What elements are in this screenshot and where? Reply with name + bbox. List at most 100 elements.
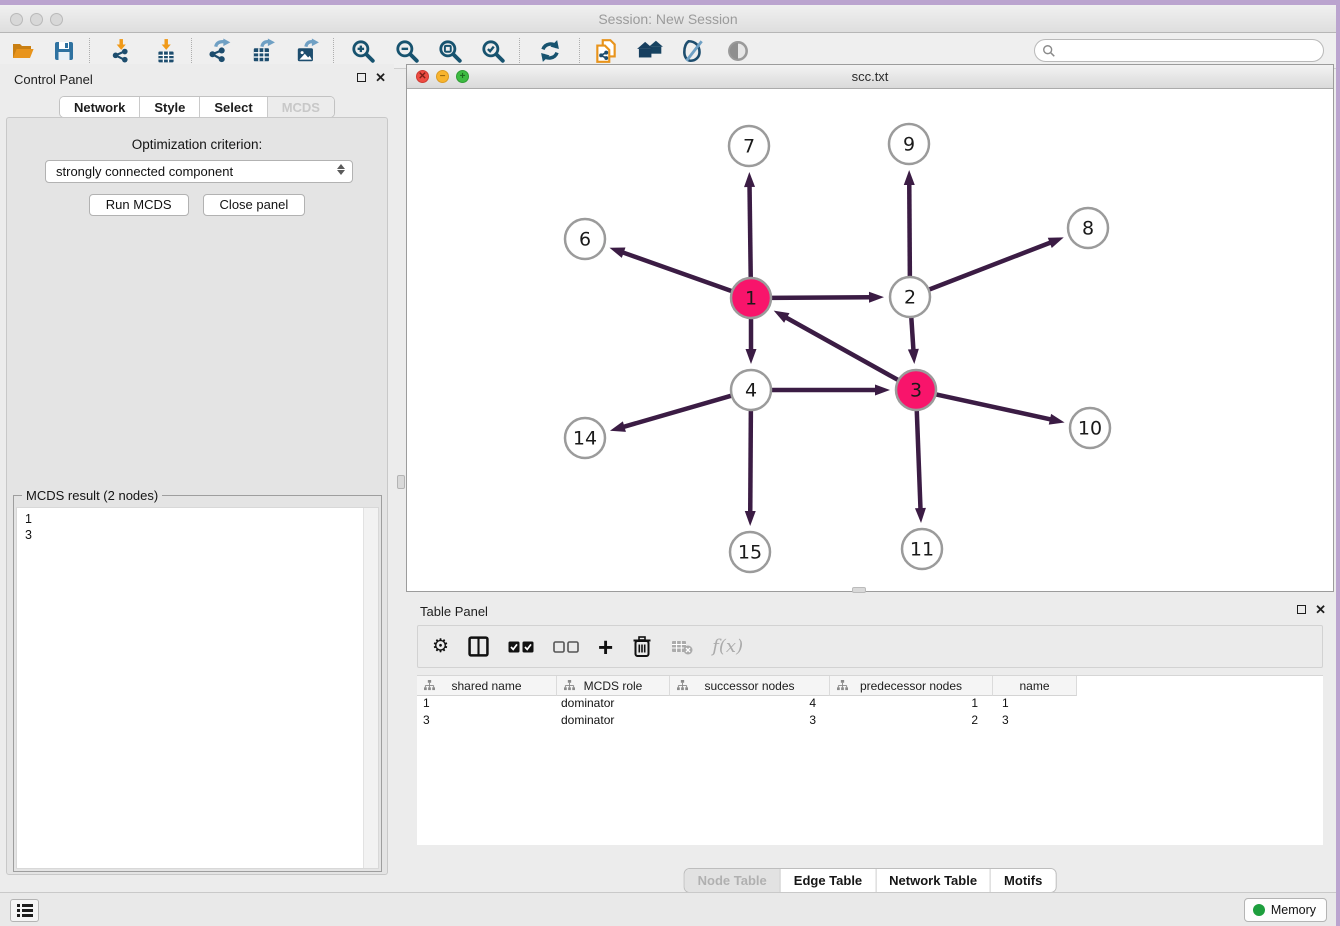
tab-network[interactable]: Network xyxy=(60,97,140,117)
table-tab-network-table[interactable]: Network Table xyxy=(876,869,991,892)
edge-4-15[interactable] xyxy=(750,410,751,513)
table-cell: 3 xyxy=(993,713,1077,730)
edge-2-9[interactable] xyxy=(909,183,910,277)
zoom-out-icon[interactable] xyxy=(388,36,426,66)
mcds-result-lines: 13 xyxy=(17,508,378,543)
edge-3-11[interactable] xyxy=(917,410,921,510)
edge-arrowhead xyxy=(869,292,884,303)
home-layout-icon[interactable] xyxy=(631,36,669,66)
tab-mcds[interactable]: MCDS xyxy=(268,97,334,117)
deselect-all-icon[interactable] xyxy=(553,641,579,653)
table-panel-title: Table Panel xyxy=(420,604,488,619)
edge-arrowhead xyxy=(908,349,919,364)
table-tab-edge-table[interactable]: Edge Table xyxy=(781,869,876,892)
column-header-successor-nodes[interactable]: successor nodes xyxy=(670,676,830,696)
close-panel-button[interactable]: Close panel xyxy=(203,194,306,216)
node-table[interactable]: shared name MCDS role successor nodesprede… xyxy=(417,675,1323,845)
column-header-predecessor-nodes[interactable]: predecessor nodes xyxy=(830,676,993,696)
edge-arrowhead xyxy=(915,508,926,523)
table-cell: 1 xyxy=(830,696,993,713)
graph-node-label: 1 xyxy=(745,288,757,310)
edge-4-14[interactable] xyxy=(622,396,731,428)
graph-node-label: 3 xyxy=(910,380,922,402)
table-row[interactable]: 1dominator411 xyxy=(417,696,1323,713)
task-history-button[interactable] xyxy=(10,899,39,922)
export-image-icon[interactable] xyxy=(288,36,326,66)
table-tab-node-table[interactable]: Node Table xyxy=(685,869,781,892)
edge-1-6[interactable] xyxy=(622,252,732,291)
table-cell: 3 xyxy=(670,713,830,730)
open-session-icon[interactable] xyxy=(4,36,42,66)
table-cell: 1 xyxy=(993,696,1077,713)
mcds-tab-content: Optimization criterion: strongly connect… xyxy=(6,117,388,875)
edge-arrowhead xyxy=(746,349,757,364)
tab-select[interactable]: Select xyxy=(200,97,267,117)
zoom-selected-icon[interactable] xyxy=(474,36,512,66)
column-header-name[interactable]: name xyxy=(993,676,1077,696)
edge-2-3[interactable] xyxy=(911,317,913,351)
table-tab-motifs[interactable]: Motifs xyxy=(991,869,1055,892)
mcds-result-groupbox: MCDS result (2 nodes) 13 xyxy=(13,495,382,872)
zoom-fit-icon[interactable] xyxy=(431,36,469,66)
column-header-label: MCDS role xyxy=(584,679,643,693)
export-network-icon[interactable] xyxy=(200,36,238,66)
network-window-title: scc.txt xyxy=(407,69,1333,84)
delete-column-icon[interactable] xyxy=(632,636,652,658)
hide-graphics-details-icon[interactable] xyxy=(674,36,712,66)
network-canvas[interactable]: 1234678910111415 xyxy=(407,89,1333,591)
close-table-panel-icon[interactable]: ✕ xyxy=(1315,604,1326,615)
export-table-icon[interactable] xyxy=(244,36,282,66)
add-column-icon[interactable]: + xyxy=(598,637,613,657)
birds-eye-view-icon[interactable] xyxy=(719,36,757,66)
close-panel-icon[interactable]: ✕ xyxy=(375,72,386,83)
result-scrollbar[interactable] xyxy=(363,508,378,868)
import-table-icon[interactable] xyxy=(147,36,185,66)
vertical-splitter-handle[interactable] xyxy=(397,475,405,489)
edge-arrowhead xyxy=(610,421,626,432)
edge-arrowhead xyxy=(875,385,890,396)
float-table-panel-icon[interactable] xyxy=(1297,605,1306,614)
edge-3-1[interactable] xyxy=(785,317,898,380)
settings-gear-icon[interactable]: ⚙ xyxy=(432,637,449,657)
criterion-dropdown-value: strongly connected component xyxy=(56,164,233,179)
table-row[interactable]: 3dominator323 xyxy=(417,713,1323,730)
save-session-icon[interactable] xyxy=(45,36,83,66)
application-window: Session: New Session xyxy=(0,5,1336,926)
table-cell: 1 xyxy=(417,696,557,713)
tab-style[interactable]: Style xyxy=(140,97,200,117)
graph-node-label: 10 xyxy=(1078,418,1102,440)
edge-1-2[interactable] xyxy=(771,297,871,298)
memory-button[interactable]: Memory xyxy=(1244,898,1327,922)
import-network-icon[interactable] xyxy=(102,36,140,66)
function-builder-icon: f(x) xyxy=(712,636,743,657)
mcds-result-textarea[interactable]: 13 xyxy=(16,507,379,869)
network-graph[interactable]: 1234678910111415 xyxy=(407,89,1333,591)
column-header-shared-name[interactable]: shared name xyxy=(417,676,557,696)
dropdown-stepper-icon xyxy=(337,164,345,175)
edge-1-7[interactable] xyxy=(750,185,751,278)
result-line: 1 xyxy=(25,511,378,527)
split-columns-icon[interactable] xyxy=(468,636,489,657)
refresh-view-icon[interactable] xyxy=(531,36,569,66)
column-header-mcds-role[interactable]: MCDS role xyxy=(557,676,670,696)
horizontal-splitter-handle[interactable] xyxy=(852,587,866,593)
table-header-row: shared name MCDS role successor nodesprede… xyxy=(417,676,1323,696)
criterion-dropdown[interactable]: strongly connected component xyxy=(45,160,353,183)
control-panel: Control Panel ✕ NetworkStyleSelectMCDS O… xyxy=(0,64,394,892)
edge-arrowhead xyxy=(745,511,756,526)
result-line: 3 xyxy=(25,527,378,543)
edge-3-10[interactable] xyxy=(936,394,1052,419)
graph-node-label: 4 xyxy=(745,380,757,402)
edge-arrowhead xyxy=(1049,414,1065,425)
run-mcds-button[interactable]: Run MCDS xyxy=(89,194,189,216)
select-all-icon[interactable] xyxy=(508,641,534,653)
list-icon xyxy=(17,904,33,917)
table-cell: dominator xyxy=(557,713,670,730)
duplicate-network-icon[interactable] xyxy=(587,36,625,66)
search-field[interactable] xyxy=(1034,39,1324,62)
edge-2-8[interactable] xyxy=(929,242,1052,290)
zoom-in-icon[interactable] xyxy=(344,36,382,66)
edge-arrowhead xyxy=(774,311,790,323)
float-panel-icon[interactable] xyxy=(357,73,366,82)
search-input[interactable] xyxy=(1060,42,1323,60)
